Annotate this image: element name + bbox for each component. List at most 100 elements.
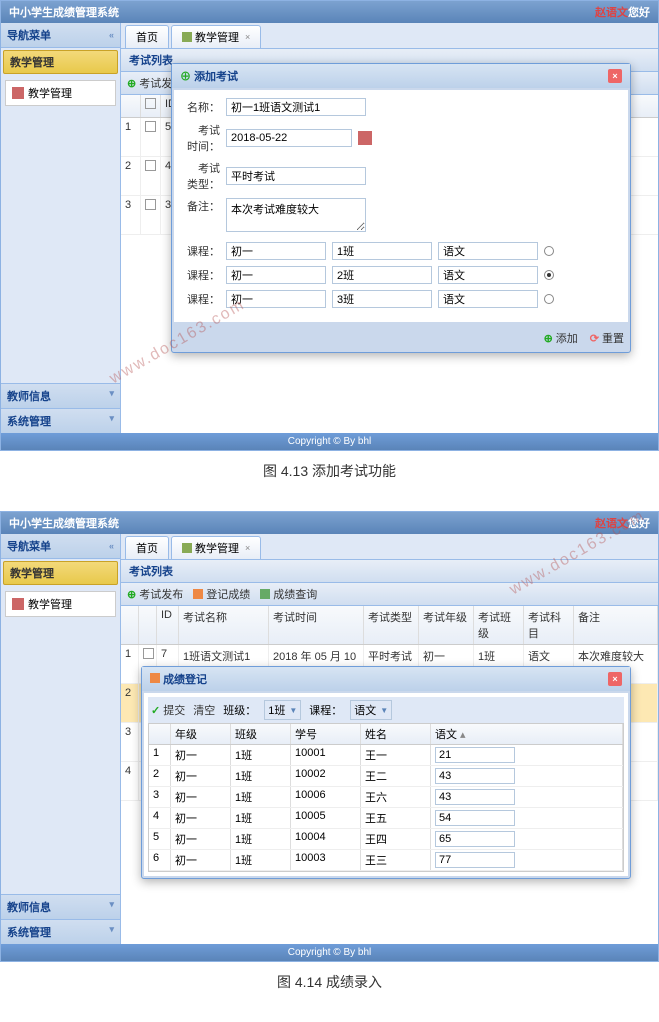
radio-button[interactable] <box>544 294 554 304</box>
subject-input[interactable] <box>438 290 538 308</box>
expand-icon: ▾ <box>109 899 114 915</box>
score-row[interactable]: 3 初一 1班 10006 王六 <box>149 787 623 808</box>
grid-title: 考试列表 <box>121 560 658 583</box>
dialog-title-bar[interactable]: 成绩登记 × <box>142 667 630 691</box>
tab-teaching[interactable]: 教学管理 × <box>171 536 261 559</box>
score-input[interactable] <box>435 789 515 805</box>
checkbox[interactable] <box>145 199 156 210</box>
col-class[interactable]: 班级 <box>231 724 291 744</box>
class-input[interactable] <box>332 290 432 308</box>
grade-input[interactable] <box>226 290 326 308</box>
tab-teaching[interactable]: 教学管理 × <box>171 25 261 48</box>
nav-section-system[interactable]: 系统管理 ▾ <box>1 919 120 944</box>
checkbox[interactable] <box>143 648 154 659</box>
col-type[interactable]: 考试类型 <box>364 606 419 644</box>
query-score-button[interactable]: 成绩查询 <box>260 586 317 602</box>
score-input[interactable] <box>435 747 515 763</box>
col-date[interactable]: 考试时间 <box>269 606 364 644</box>
grade-input[interactable] <box>226 266 326 284</box>
col-grade[interactable]: 考试年级 <box>419 606 474 644</box>
dialog-title: 成绩登记 <box>163 674 207 686</box>
class-input[interactable] <box>332 242 432 260</box>
grade-input[interactable] <box>226 242 326 260</box>
score-input[interactable] <box>435 810 515 826</box>
note-textarea[interactable]: 本次考试难度较大 <box>226 198 366 232</box>
close-icon[interactable]: × <box>245 32 250 42</box>
plus-icon: ⊕ <box>127 588 136 601</box>
close-button[interactable]: × <box>608 672 622 686</box>
nav-item-teaching[interactable]: 教学管理 <box>5 80 116 106</box>
name-input[interactable] <box>226 98 366 116</box>
checkbox-all[interactable] <box>145 98 156 109</box>
add-button[interactable]: ⊕添加 <box>544 330 578 346</box>
radio-button[interactable] <box>544 246 554 256</box>
col-note[interactable]: 备注 <box>574 606 658 644</box>
collapse-icon[interactable]: « <box>109 541 114 551</box>
course-label: 课程： <box>182 291 220 307</box>
col-grade[interactable]: 年级 <box>171 724 231 744</box>
col-name[interactable]: 考试名称 <box>179 606 269 644</box>
col-subject[interactable]: 考试科目 <box>524 606 574 644</box>
figure-caption-1: 图 4.13 添加考试功能 <box>0 451 659 491</box>
btn-label: 考试发布 <box>139 586 183 602</box>
checkbox[interactable] <box>145 160 156 171</box>
score-row[interactable]: 5 初一 1班 10004 王四 <box>149 829 623 850</box>
nav-section-teaching[interactable]: 教学管理 <box>3 561 118 585</box>
search-icon <box>260 589 270 599</box>
nav-section-teaching[interactable]: 教学管理 <box>3 50 118 74</box>
col-sname[interactable]: 姓名 <box>361 724 431 744</box>
nav-header[interactable]: 导航菜单 « <box>1 534 120 559</box>
close-button[interactable]: × <box>608 69 622 83</box>
calendar-icon[interactable] <box>358 131 372 145</box>
score-row[interactable]: 4 初一 1班 10005 王五 <box>149 808 623 829</box>
nav-section-teacher[interactable]: 教师信息 ▾ <box>1 894 120 919</box>
app-window-1: 中小学生成绩管理系统 赵语文您好 导航菜单 « 教学管理 教学管理 教师信息 ▾… <box>0 0 659 451</box>
tab-label: 教学管理 <box>195 29 239 45</box>
score-row[interactable]: 6 初一 1班 10003 王三 <box>149 850 623 871</box>
collapse-icon[interactable]: « <box>109 30 114 40</box>
submit-button[interactable]: ✓提交 <box>151 702 185 718</box>
book-icon <box>12 598 24 610</box>
score-input[interactable] <box>435 768 515 784</box>
app-title: 中小学生成绩管理系统 <box>9 515 119 531</box>
nav-section-system[interactable]: 系统管理 ▾ <box>1 408 120 433</box>
title-bar: 中小学生成绩管理系统 赵语文您好 <box>1 512 658 534</box>
col-sid[interactable]: 学号 <box>291 724 361 744</box>
score-row[interactable]: 1 初一 1班 10001 王一 <box>149 745 623 766</box>
clear-button[interactable]: 清空 <box>193 702 215 718</box>
course-dropdown[interactable]: 语文▼ <box>350 700 392 720</box>
col-id[interactable]: ID <box>157 606 179 644</box>
tab-home[interactable]: 首页 <box>125 536 169 559</box>
sort-icon[interactable]: ▴ <box>457 729 466 741</box>
class-dropdown[interactable]: 1班▼ <box>264 700 301 720</box>
date-input[interactable] <box>226 129 352 147</box>
radio-button[interactable] <box>544 270 554 280</box>
tab-home[interactable]: 首页 <box>125 25 169 48</box>
course-label: 课程： <box>182 267 220 283</box>
register-score-button[interactable]: 登记成绩 <box>193 586 250 602</box>
type-label: 考试 类型： <box>182 160 220 192</box>
col-score[interactable]: 语文 <box>435 729 457 741</box>
nav-item-teaching[interactable]: 教学管理 <box>5 591 116 617</box>
book-icon <box>12 87 24 99</box>
score-grid-header: 年级 班级 学号 姓名 语文 ▴ <box>149 724 623 745</box>
subject-input[interactable] <box>438 242 538 260</box>
score-input[interactable] <box>435 852 515 868</box>
plus-icon: ⊕ <box>544 332 553 345</box>
nav-section-teacher[interactable]: 教师信息 ▾ <box>1 383 120 408</box>
class-input[interactable] <box>332 266 432 284</box>
score-row[interactable]: 2 初一 1班 10002 王二 <box>149 766 623 787</box>
type-input[interactable] <box>226 167 366 185</box>
checkbox[interactable] <box>145 121 156 132</box>
close-icon[interactable]: × <box>245 543 250 553</box>
score-grid: 年级 班级 学号 姓名 语文 ▴ 1 初一 1班 10001 王一 2 初一 1… <box>148 723 624 872</box>
nav-item-label: 教学管理 <box>28 596 72 612</box>
subject-input[interactable] <box>438 266 538 284</box>
reset-button[interactable]: ⟳重置 <box>590 330 624 346</box>
col-class[interactable]: 考试班级 <box>474 606 524 644</box>
dialog-title-bar[interactable]: ⊕ 添加考试 × <box>172 64 630 88</box>
score-input[interactable] <box>435 831 515 847</box>
nav-header[interactable]: 导航菜单 « <box>1 23 120 48</box>
app-window-2: 中小学生成绩管理系统 赵语文您好 导航菜单 « 教学管理 教学管理 教师信息 ▾… <box>0 511 659 962</box>
add-exam-button[interactable]: ⊕考试发布 <box>127 586 183 602</box>
